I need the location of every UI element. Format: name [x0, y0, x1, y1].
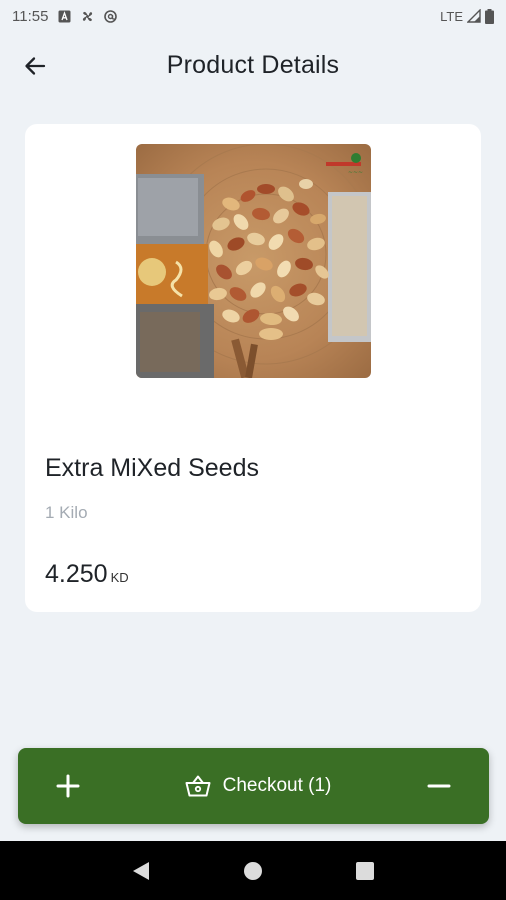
app-header: Product Details — [0, 32, 506, 98]
page-title: Product Details — [166, 50, 340, 79]
product-price: 4.250 — [45, 560, 108, 588]
status-bar: 11:55 LTE — [0, 0, 506, 32]
status-time: 11:55 — [12, 7, 49, 25]
fan-icon — [83, 11, 93, 21]
nav-back-button[interactable] — [129, 859, 153, 883]
product-size: 1 Kilo — [45, 503, 88, 522]
system-navigation-bar — [0, 841, 506, 900]
recents-square-icon — [356, 861, 374, 880]
arrow-left-icon — [25, 57, 46, 75]
decrease-quantity-button[interactable] — [419, 766, 459, 806]
back-triangle-icon — [133, 861, 149, 880]
mixed-nuts-product-photo: ~~~ — [136, 144, 371, 378]
checkout-label: Checkout (1) — [222, 775, 332, 796]
battery-icon — [485, 8, 494, 24]
basket-icon — [185, 775, 211, 797]
back-button[interactable] — [18, 49, 52, 83]
nav-recents-button[interactable] — [353, 859, 377, 883]
product-card: ~~~ Extra MiXed Seeds 1 Kilo 4.250 KD — [25, 124, 481, 612]
svg-text:~~~: ~~~ — [348, 169, 363, 176]
checkout-button[interactable]: Checkout (1) — [173, 766, 343, 806]
currency-label: KD — [110, 570, 129, 585]
product-image: ~~~ — [136, 144, 371, 378]
nav-home-button[interactable] — [241, 859, 265, 883]
a-notification-icon — [58, 10, 71, 22]
increase-quantity-button[interactable] — [48, 766, 88, 806]
at-icon — [104, 9, 118, 23]
network-type: LTE — [440, 8, 463, 24]
checkout-bar: Checkout (1) — [18, 748, 489, 824]
minus-icon — [427, 784, 451, 788]
home-circle-icon — [244, 861, 262, 880]
plus-icon — [56, 774, 80, 798]
signal-icon — [467, 9, 481, 23]
product-name: Extra MiXed Seeds — [45, 454, 259, 482]
price-row: 4.250 KD — [45, 560, 129, 589]
